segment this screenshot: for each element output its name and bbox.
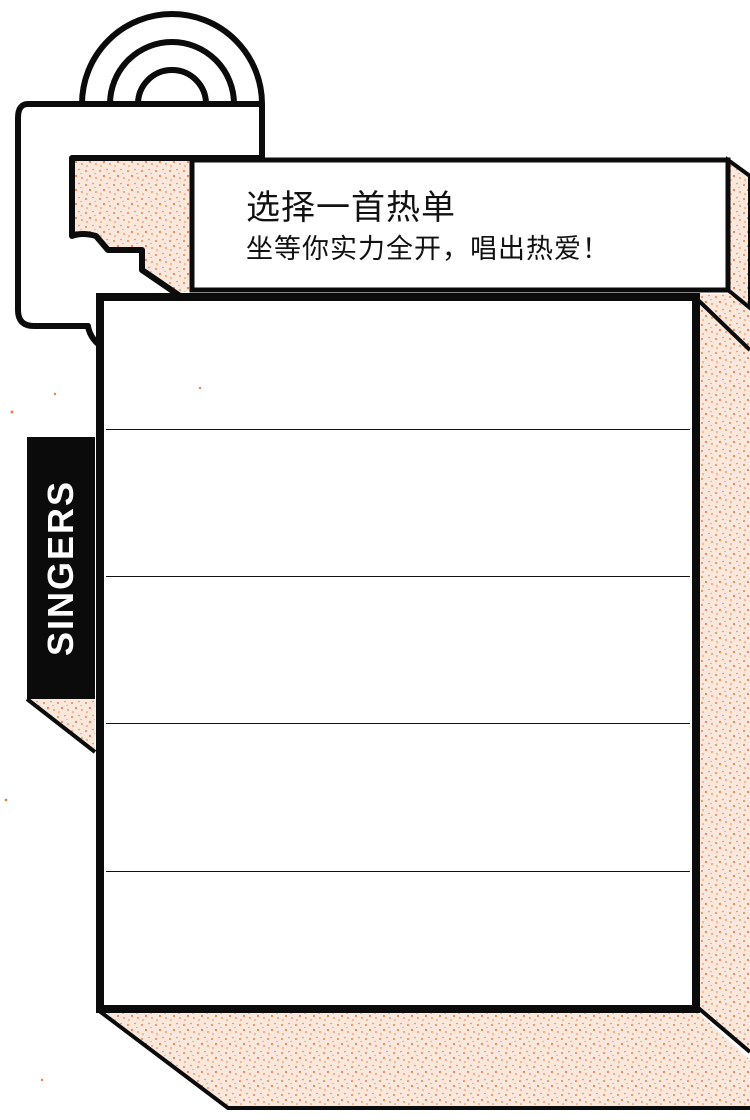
song-list <box>106 303 690 1003</box>
header-text: 选择一首热单 坐等你实力全开，唱出热爱！ <box>246 186 716 268</box>
song-row-3[interactable] <box>106 577 690 724</box>
song-row-4[interactable] <box>106 724 690 872</box>
song-row-2[interactable] <box>106 430 690 577</box>
singers-tab[interactable]: SINGERS <box>27 437 95 699</box>
song-select-card: 选择一首热单 坐等你实力全开，唱出热爱！ SINGERS <box>0 0 750 1120</box>
panel-right-depth <box>696 294 750 1052</box>
header-title: 选择一首热单 <box>246 188 456 228</box>
song-row-5[interactable] <box>106 872 690 1003</box>
header-depth-speckle <box>726 156 750 311</box>
panel-bottom-depth <box>98 1010 750 1108</box>
arch-icon <box>79 11 265 105</box>
song-row-1[interactable] <box>106 303 690 430</box>
singers-tab-label: SINGERS <box>40 479 81 657</box>
header-subtitle: 坐等你实力全开，唱出热爱！ <box>246 234 610 265</box>
